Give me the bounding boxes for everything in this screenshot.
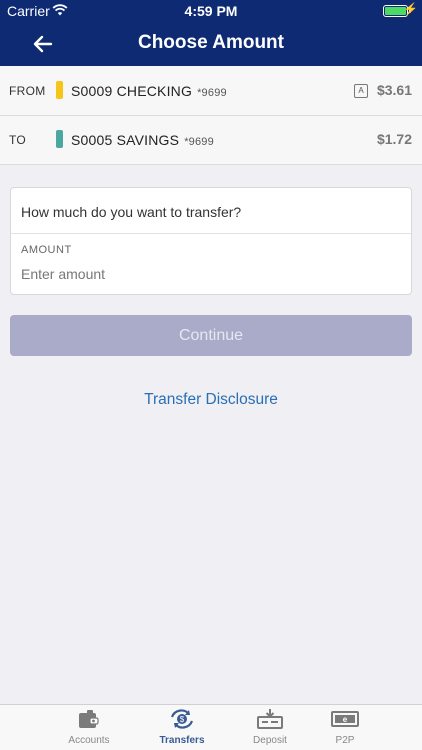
tab-p2p[interactable]: e P2P xyxy=(305,705,385,750)
card-divider xyxy=(11,233,411,234)
tab-deposit[interactable]: Deposit xyxy=(230,705,310,750)
svg-text:$: $ xyxy=(180,715,185,724)
from-account-number: *9699 xyxy=(197,87,227,99)
nav-bar: Choose Amount xyxy=(0,22,422,66)
tab-deposit-label: Deposit xyxy=(253,735,287,746)
transfer-icon: $ xyxy=(170,709,194,729)
continue-button[interactable]: Continue xyxy=(10,315,412,356)
to-account-number: *9699 xyxy=(184,136,214,148)
from-label: FROM xyxy=(9,84,46,98)
tab-bar: Accounts $ Transfers Deposit e P2P xyxy=(0,704,422,750)
from-account-title: S0009 CHECKING xyxy=(71,83,193,99)
wallet-icon xyxy=(79,710,99,728)
amount-input[interactable] xyxy=(21,266,381,282)
p2p-icon: e xyxy=(331,711,359,727)
to-account-color-marker xyxy=(56,130,63,148)
deposit-icon xyxy=(257,709,283,729)
to-account-name: S0005 SAVINGS *9699 xyxy=(71,132,214,148)
status-bar: Carrier 4:59 PM ⚡ xyxy=(0,0,422,22)
from-account-row[interactable]: FROM S0009 CHECKING *9699 A $3.61 xyxy=(0,66,422,116)
tab-transfers-label: Transfers xyxy=(159,735,205,746)
from-account-color-marker xyxy=(56,81,63,99)
from-account-balance: $3.61 xyxy=(376,82,412,98)
from-account-name: S0009 CHECKING *9699 xyxy=(71,83,227,99)
charging-icon: ⚡ xyxy=(403,2,418,16)
tab-p2p-label: P2P xyxy=(335,735,355,746)
available-badge-icon: A xyxy=(354,84,368,98)
transfer-question: How much do you want to transfer? xyxy=(21,204,242,220)
page-title: Choose Amount xyxy=(137,32,284,53)
tab-accounts-label: Accounts xyxy=(68,735,110,746)
to-account-balance: $1.72 xyxy=(376,131,412,147)
transfer-disclosure-link[interactable]: Transfer Disclosure xyxy=(0,391,422,409)
to-account-title: S0005 SAVINGS xyxy=(71,132,180,148)
status-time: 4:59 PM xyxy=(184,3,238,19)
amount-card: How much do you want to transfer? AMOUNT xyxy=(10,187,412,295)
to-account-row[interactable]: TO S0005 SAVINGS *9699 $1.72 xyxy=(0,116,422,165)
svg-text:e: e xyxy=(343,715,348,724)
tab-accounts[interactable]: Accounts xyxy=(49,705,129,750)
to-label: TO xyxy=(9,133,27,147)
amount-label: AMOUNT xyxy=(21,244,72,256)
tab-transfers[interactable]: $ Transfers xyxy=(142,705,222,750)
